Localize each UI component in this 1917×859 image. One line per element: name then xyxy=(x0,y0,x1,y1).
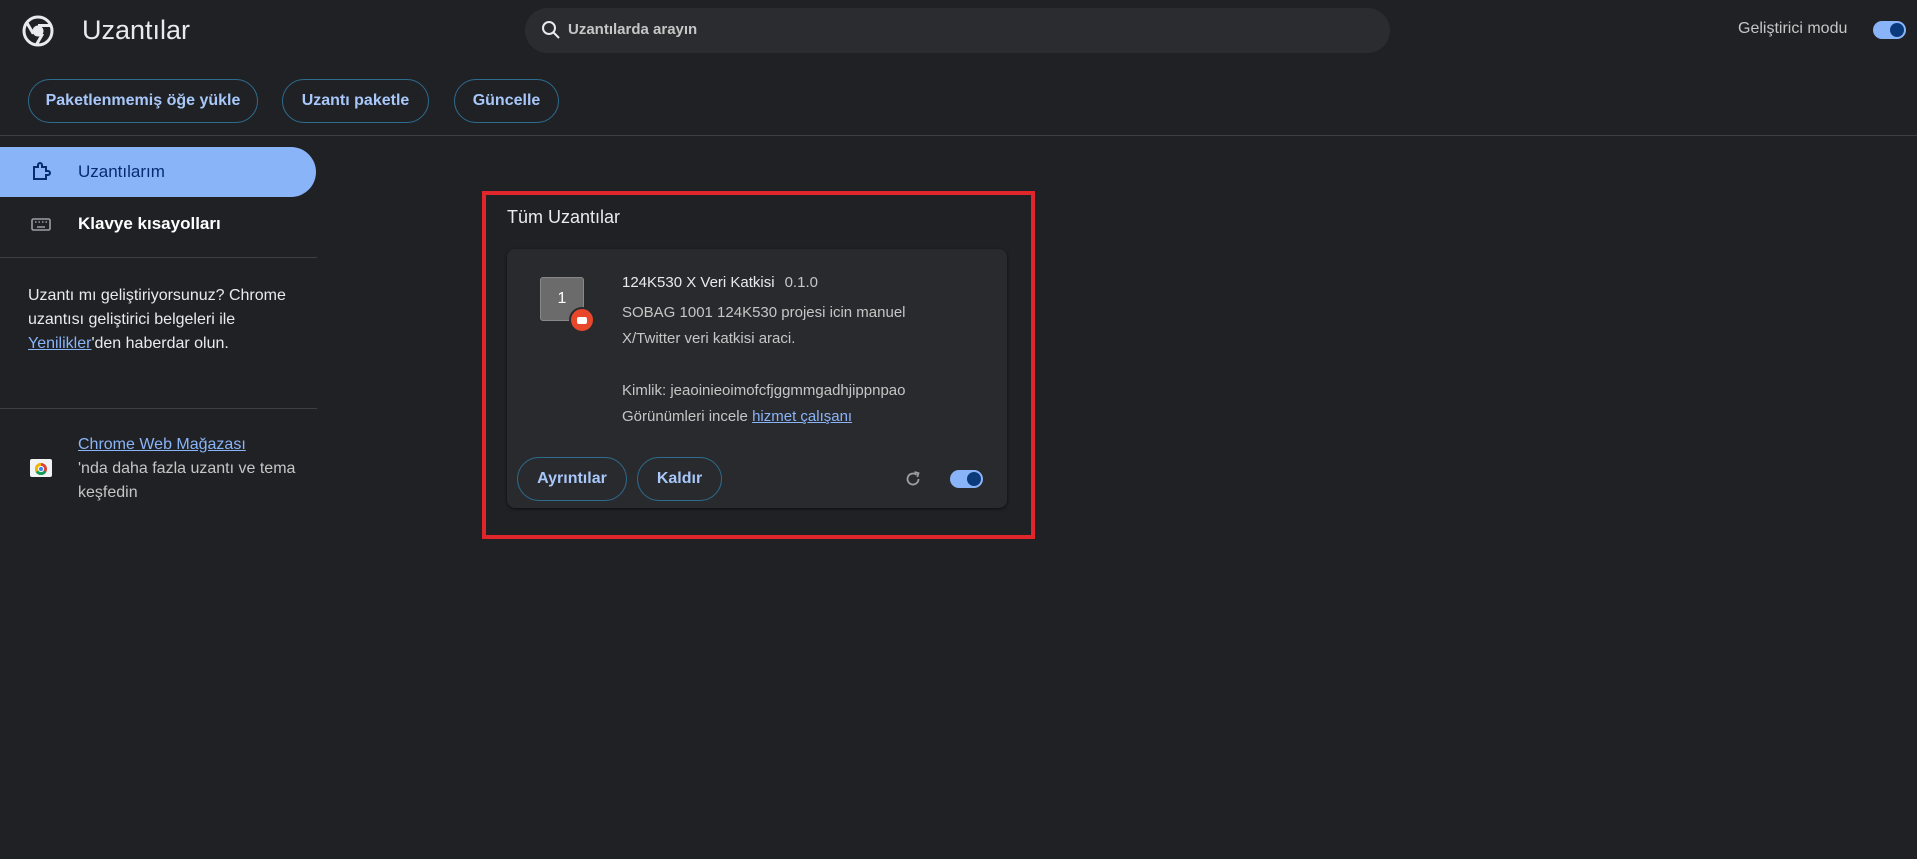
page-title: Uzantılar xyxy=(82,15,191,45)
search-box[interactable]: Uzantılarda arayın xyxy=(525,8,1390,53)
web-store-suffix: 'nda daha fazla uzantı ve tema keşfedin xyxy=(78,460,296,501)
web-store-link[interactable]: Chrome Web Mağazası xyxy=(78,436,246,453)
sidebar-item-my-extensions[interactable]: Uzantılarım xyxy=(0,147,316,197)
extension-icon xyxy=(30,161,52,183)
whats-new-link[interactable]: Yenilikler xyxy=(28,335,91,352)
sidebar-divider xyxy=(0,408,317,409)
update-button[interactable]: Güncelle xyxy=(454,79,559,123)
remove-button[interactable]: Kaldır xyxy=(637,457,722,501)
extension-id: Kimlik: jeaoinieoimofcfjggmmgadhjippnpao xyxy=(622,382,906,399)
load-unpacked-button[interactable]: Paketlenmemiş öğe yükle xyxy=(28,79,258,123)
inspect-views-label: Görünümleri incele xyxy=(622,408,748,425)
extension-name: 124K530 X Veri Katkisi xyxy=(622,274,775,291)
header: Uzantılar Uzantılarda arayın Geliştirici… xyxy=(0,0,1917,60)
chrome-logo-icon xyxy=(22,15,54,47)
extension-card: 1 124K530 X Veri Katkisi 0.1.0 SOBAG 1001… xyxy=(507,249,1007,508)
section-title: Tüm Uzantılar xyxy=(507,207,621,227)
sidebar-divider xyxy=(0,257,317,258)
search-input[interactable]: Uzantılarda arayın xyxy=(568,21,697,38)
developer-info-text: Uzantı mı geliştiriyorsunuz? Chrome uzan… xyxy=(28,284,298,356)
inspect-views-row: Görünümleri incele hizmet çalışanı xyxy=(622,408,852,425)
toggle-knob xyxy=(967,472,981,486)
extension-enable-toggle[interactable] xyxy=(950,470,983,488)
chrome-web-store-icon xyxy=(29,455,53,479)
sidebar-item-label: Klavye kısayolları xyxy=(78,214,221,233)
search-icon xyxy=(540,19,562,41)
developer-badge-icon xyxy=(569,307,595,333)
keyboard-icon xyxy=(30,213,52,235)
dev-text-after: 'den haberdar olun. xyxy=(91,335,229,352)
web-store-text: Chrome Web Mağazası 'nda daha fazla uzant… xyxy=(78,433,308,505)
details-button[interactable]: Ayrıntılar xyxy=(517,457,627,501)
sidebar-item-label: Uzantılarım xyxy=(78,162,165,181)
extension-version: 0.1.0 xyxy=(784,274,818,291)
devmode-label: Geliştirici modu xyxy=(1738,20,1848,37)
pack-extension-button[interactable]: Uzantı paketle xyxy=(282,79,429,123)
extension-name-row: 124K530 X Veri Katkisi 0.1.0 xyxy=(622,274,818,291)
devmode-toggle[interactable] xyxy=(1873,21,1906,39)
toggle-knob xyxy=(1890,23,1904,37)
reload-icon[interactable] xyxy=(902,468,924,490)
extension-description: SOBAG 1001 124K530 projesi icin manuel X… xyxy=(622,304,906,347)
toolbar: Paketlenmemiş öğe yükle Uzantı paketle G… xyxy=(0,60,1917,136)
service-worker-link[interactable]: hizmet çalışanı xyxy=(752,408,852,425)
dev-text-before: Uzantı mı geliştiriyorsunuz? Chrome uzan… xyxy=(28,287,286,328)
sidebar-item-keyboard-shortcuts[interactable]: Klavye kısayolları xyxy=(0,199,316,249)
